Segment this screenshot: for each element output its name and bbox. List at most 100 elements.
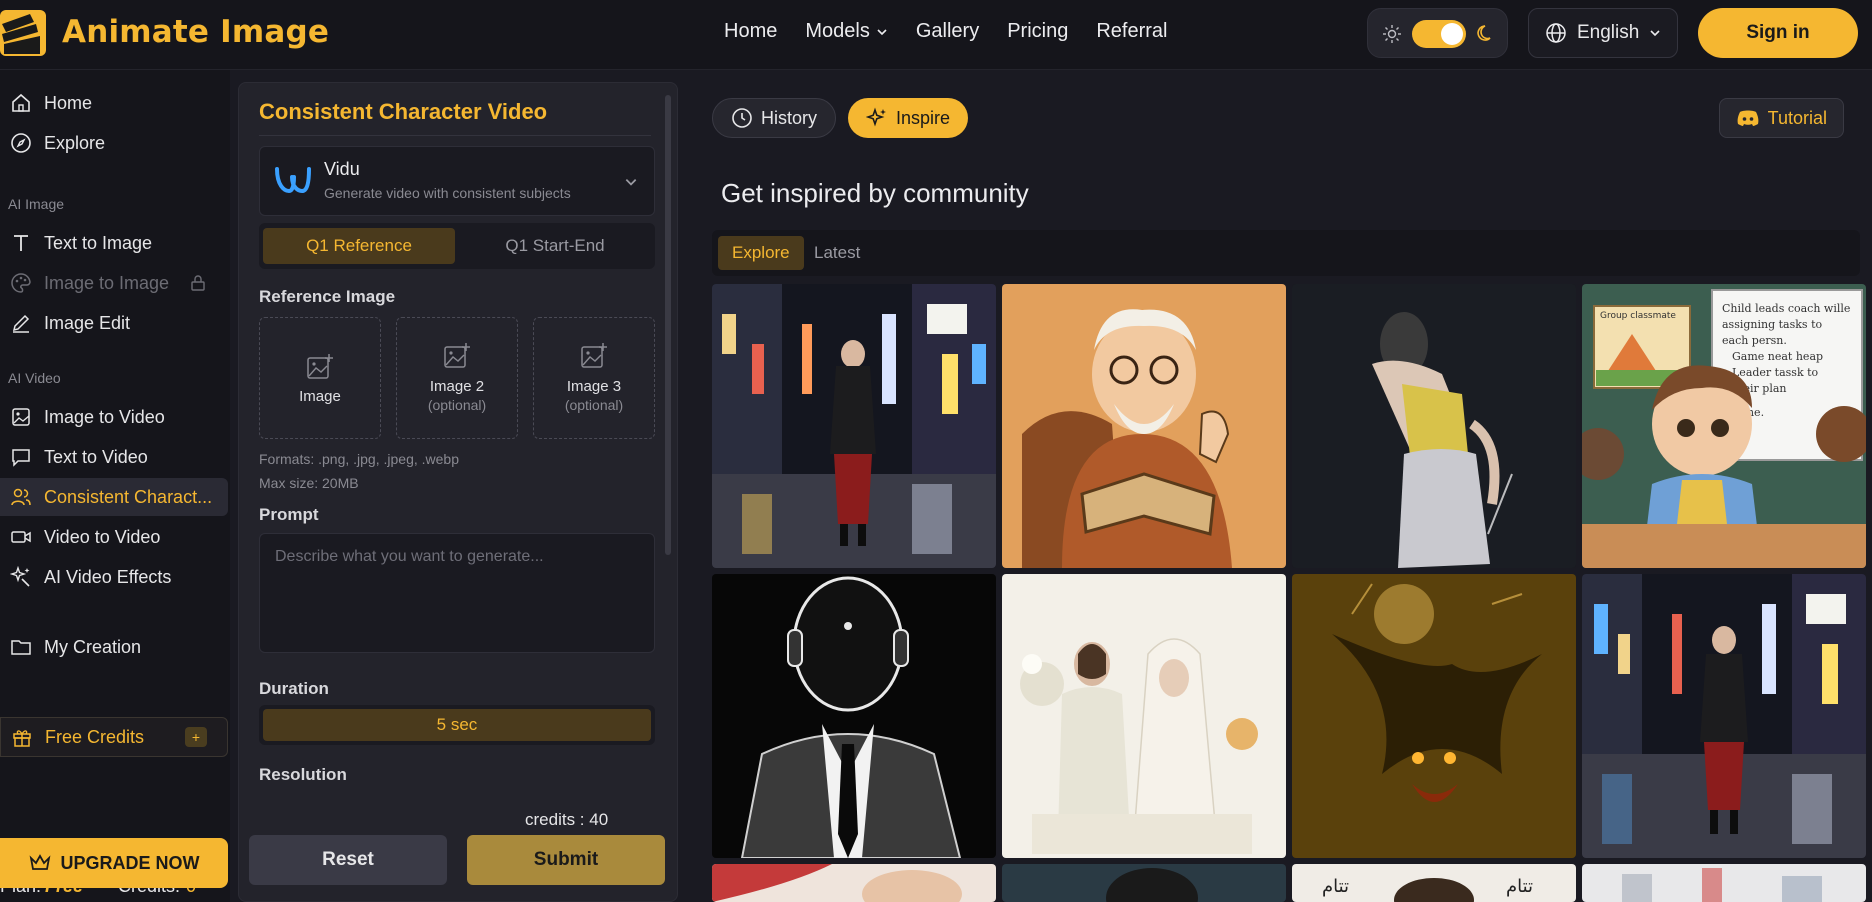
nav-gallery[interactable]: Gallery (916, 20, 979, 43)
gallery-item[interactable] (1002, 864, 1286, 902)
image-icon (12, 408, 30, 426)
sidebar-item-video-to-video[interactable]: Video to Video (0, 518, 228, 556)
gallery-item[interactable]: Group classmate Child leads coach wille … (1582, 284, 1866, 568)
sidebar-item-label: My Creation (44, 636, 142, 657)
sidebar-item-explore[interactable]: Explore (0, 124, 228, 162)
generation-form-panel: Consistent Character Video Vidu Generate… (238, 82, 678, 902)
upload-image-3[interactable]: Image 3 (optional) (533, 317, 655, 439)
sidebar-item-image-to-video[interactable]: Image to Video (0, 398, 228, 436)
vidu-logo-icon (275, 167, 311, 194)
add-image-icon (444, 342, 470, 368)
whiteboard-line: Leader tassk to (1732, 366, 1819, 379)
free-credits-button[interactable]: Free Credits + (0, 717, 228, 757)
folder-icon (11, 640, 31, 655)
logo-icon[interactable] (0, 10, 46, 56)
thumbnail-suit-silhouette (712, 574, 996, 858)
tutorial-button[interactable]: Tutorial (1718, 98, 1844, 138)
gallery-item[interactable] (1002, 574, 1286, 858)
section-label-ai-video: AI Video (8, 370, 61, 386)
duration-selector[interactable]: 5 sec (259, 705, 655, 745)
gallery-item[interactable] (1002, 284, 1286, 568)
thumbnail-old-man-reading (1002, 284, 1286, 568)
sidebar-item-text-to-image[interactable]: Text to Image (0, 224, 228, 262)
gallery-item[interactable] (712, 864, 996, 902)
add-image-icon (581, 342, 607, 368)
gift-icon (13, 730, 31, 747)
sidebar-item-image-to-image[interactable]: Image to Image (0, 264, 228, 302)
reset-button[interactable]: Reset (249, 835, 447, 885)
reference-image-label: Reference Image (259, 287, 396, 306)
home-icon (12, 93, 30, 112)
poster-caption: Group classmate (1600, 311, 1676, 321)
tab-explore[interactable]: Explore (718, 236, 804, 270)
inspire-tab[interactable]: Inspire (848, 98, 969, 138)
nav-home[interactable]: Home (724, 20, 777, 43)
brand-name[interactable]: Animate Image (62, 14, 329, 50)
thumbnail-dark-figure (1292, 284, 1576, 568)
model-description: Generate video with consistent subjects (324, 185, 571, 201)
users-icon (11, 488, 31, 506)
formats-hint: Formats: .png, .jpg, .jpeg, .webp (259, 451, 459, 467)
whiteboard-line: Game neat heap (1732, 350, 1823, 363)
tab-latest[interactable]: Latest (800, 236, 874, 270)
upload-title: Image 3 (566, 377, 622, 395)
thumbnail-fire-creature (1292, 574, 1576, 858)
upgrade-button[interactable]: UPGRADE NOW (0, 838, 228, 888)
gallery-item[interactable] (712, 284, 996, 568)
sidebar-item-label: Consistent Charact... (44, 486, 213, 507)
history-tab[interactable]: History (712, 98, 837, 138)
sidebar-item-my-creation[interactable]: My Creation (0, 628, 228, 666)
resolution-label: Resolution (259, 765, 347, 784)
sidebar-item-consistent-character[interactable]: Consistent Charact... (0, 478, 228, 516)
theme-switcher (1367, 8, 1508, 58)
language-selector[interactable]: English (1528, 8, 1678, 58)
whiteboard-line: assigning tasks to (1722, 318, 1822, 331)
model-name: Vidu (324, 159, 360, 179)
sidebar-item-image-edit[interactable]: Image Edit (0, 304, 228, 342)
add-credits-icon: + (185, 727, 207, 747)
gallery-item[interactable] (1292, 574, 1576, 858)
mode-reference-tab[interactable]: Q1 Reference (263, 228, 455, 264)
sign-text: تتام (1506, 876, 1533, 897)
sidebar-item-home[interactable]: Home (0, 84, 228, 122)
optional-label: (optional) (564, 397, 624, 413)
model-selector[interactable]: Vidu Generate video with consistent subj… (259, 146, 655, 216)
sidebar-item-label: Text to Video (44, 446, 148, 467)
theme-toggle[interactable] (1412, 20, 1466, 48)
video-camera-icon (11, 531, 31, 543)
language-label: English (1577, 22, 1640, 43)
gallery-item[interactable]: تتام تتام (1292, 864, 1576, 902)
inspire-label: Inspire (896, 107, 951, 128)
chevron-down-icon (1650, 30, 1660, 37)
sidebar: Home Explore AI Image Text to Image Imag… (0, 70, 230, 902)
duration-option[interactable]: 5 sec (263, 709, 651, 741)
gallery-item[interactable] (1582, 864, 1866, 902)
sidebar-item-label: Text to Image (44, 232, 153, 253)
mode-start-end-tab[interactable]: Q1 Start-End (459, 228, 651, 264)
nav-pricing[interactable]: Pricing (1007, 20, 1068, 43)
gallery-item[interactable] (712, 574, 996, 858)
section-label-ai-image: AI Image (8, 196, 65, 212)
nav-referral[interactable]: Referral (1096, 20, 1167, 43)
upload-image-1[interactable]: Image (259, 317, 381, 439)
credits-cost: credits : 40 (525, 810, 609, 829)
upgrade-label: UPGRADE NOW (60, 852, 200, 873)
nav-models[interactable]: Models (805, 20, 887, 43)
add-image-icon (307, 353, 333, 379)
gallery-item[interactable] (1292, 284, 1576, 568)
clock-icon (732, 108, 752, 128)
optional-label: (optional) (427, 397, 487, 413)
pencil-icon (12, 314, 30, 333)
sparkle-wand-icon (10, 566, 30, 587)
panel-scrollbar[interactable] (665, 95, 671, 555)
top-navbar: Animate Image Home Models Gallery Pricin… (0, 0, 1872, 70)
thumbnail-wedding-couple (1002, 574, 1286, 858)
prompt-input[interactable]: Describe what you want to generate... (259, 533, 655, 653)
sidebar-item-ai-video-effects[interactable]: AI Video Effects (0, 558, 228, 596)
sign-in-button[interactable]: Sign in (1698, 8, 1858, 58)
submit-button[interactable]: Submit (467, 835, 665, 885)
sidebar-item-text-to-video[interactable]: Text to Video (0, 438, 228, 476)
gallery-item[interactable] (1582, 574, 1866, 858)
sidebar-item-label: Image to Image (44, 272, 170, 293)
upload-image-2[interactable]: Image 2 (optional) (396, 317, 518, 439)
